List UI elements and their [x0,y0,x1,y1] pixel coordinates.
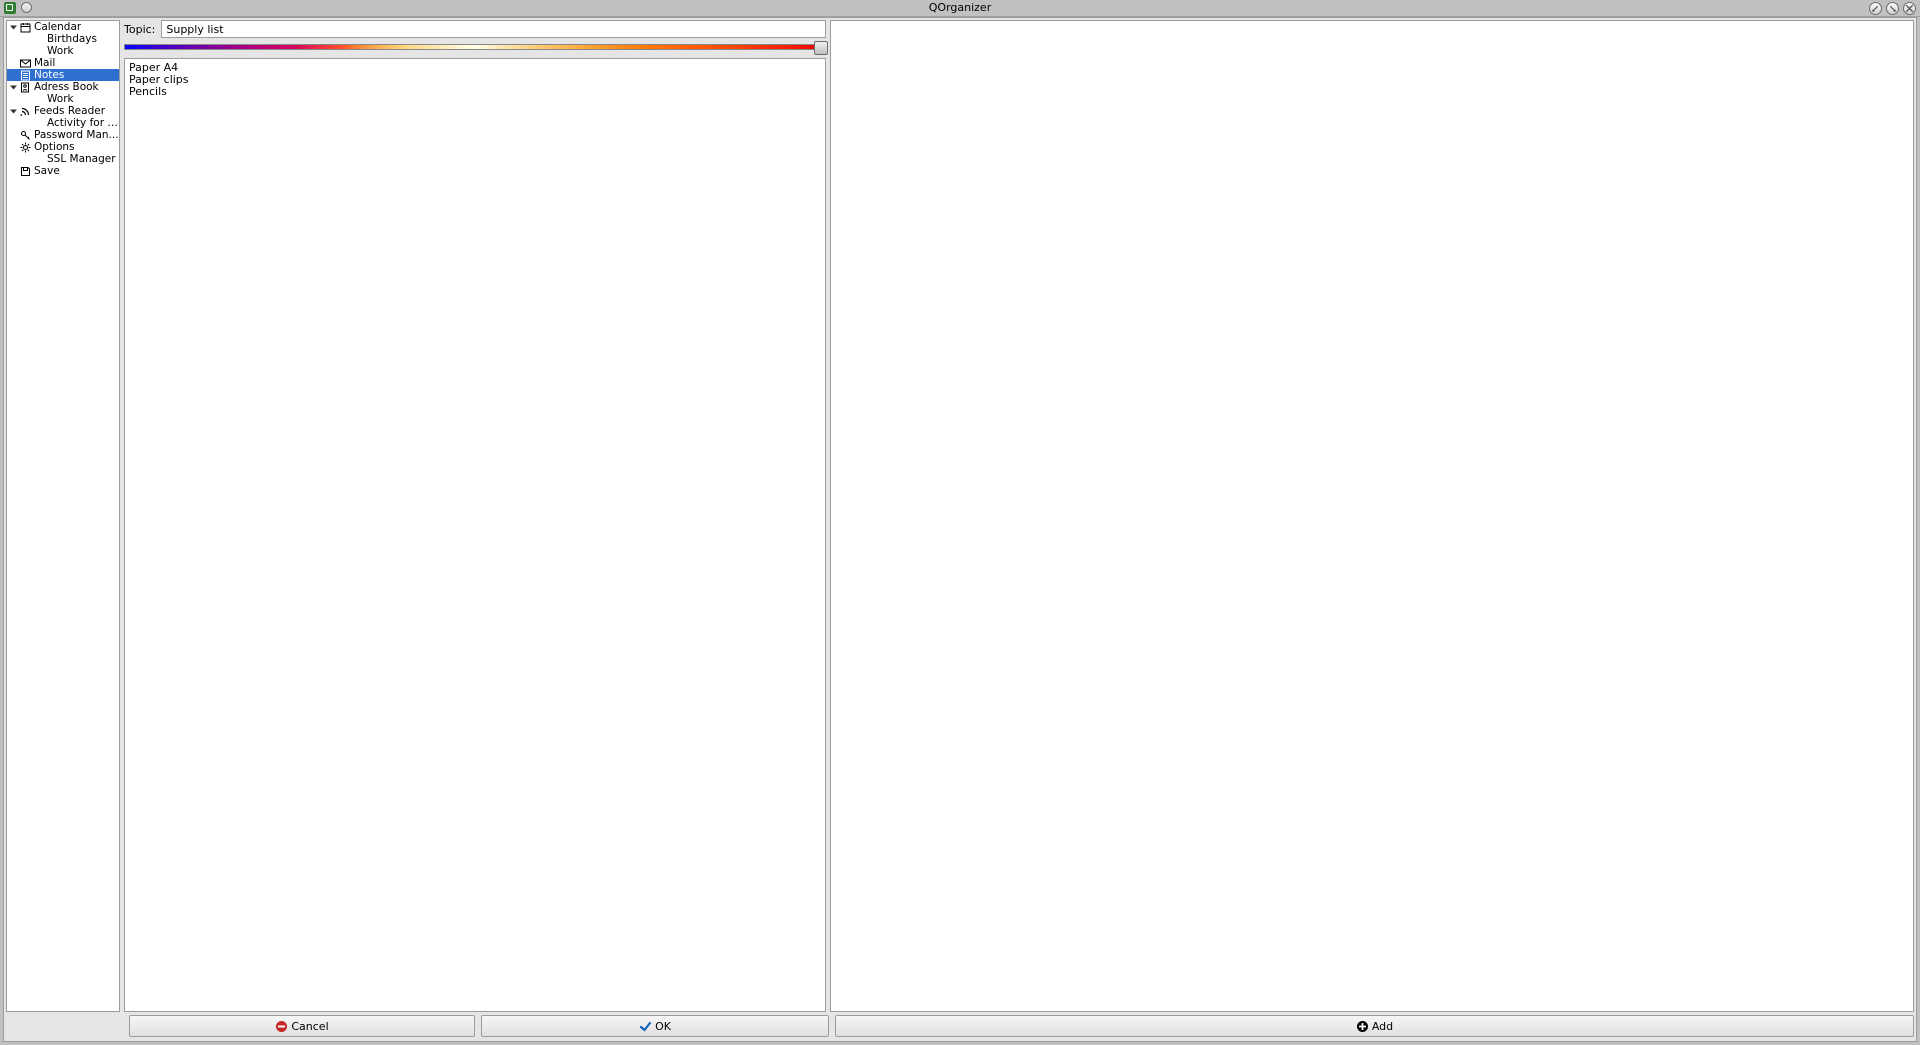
tree-item-work[interactable]: Work [7,93,119,105]
titlebar: QOrganizer [0,0,1920,17]
main-window: CalendarBirthdaysWorkMailNotesAdress Boo… [3,17,1917,1042]
tree-item-label: Activity for QO... [46,117,119,129]
cancel-button[interactable]: Cancel [129,1015,475,1037]
tree-item-activity-for-qo[interactable]: Activity for QO... [7,117,119,129]
tree-item-label: Mail [33,57,55,69]
blank-icon [32,33,44,45]
expand-arrow-icon [8,142,19,153]
tree-item-ssl-manager[interactable]: SSL Manager [7,153,119,165]
note-list-panel[interactable] [830,20,1914,1012]
tree-item-label: Notes [33,69,64,81]
tree-item-birthdays[interactable]: Birthdays [7,33,119,45]
notes-icon [19,69,31,81]
tree-item-label: Adress Book [33,81,99,93]
expand-arrow-icon [8,166,19,177]
feed-icon [19,105,31,117]
window-title: QOrganizer [929,1,991,14]
save-icon [19,165,31,177]
topic-input[interactable] [161,20,826,38]
tree-item-label: Feeds Reader [33,105,105,117]
blank-icon [32,153,44,165]
tree-item-label: Calendar [33,21,81,33]
expand-arrow-icon [8,130,19,141]
cancel-icon [275,1020,288,1033]
maximize-button[interactable] [1886,2,1899,15]
tree-item-notes[interactable]: Notes [7,69,119,81]
tree-item-label: SSL Manager [46,153,116,165]
expand-arrow-icon[interactable] [8,82,19,93]
tree-item-options[interactable]: Options [7,141,119,153]
blank-icon [32,93,44,105]
expand-arrow-icon[interactable] [8,106,19,117]
topic-label: Topic: [124,23,155,36]
adress-icon [19,81,31,93]
note-editor: Topic: Paper A4 Paper clips Pencils [124,20,826,1012]
ok-button[interactable]: OK [481,1015,829,1037]
calendar-icon [19,21,31,33]
sidebar-tree[interactable]: CalendarBirthdaysWorkMailNotesAdress Boo… [6,20,120,1012]
ok-icon [639,1020,652,1033]
gear-icon [19,141,31,153]
add-button[interactable]: Add [835,1015,1914,1037]
bottom-button-bar: Cancel OK Add [6,1015,1914,1039]
tree-item-feeds-reader[interactable]: Feeds Reader [7,105,119,117]
tree-item-calendar[interactable]: Calendar [7,21,119,33]
tree-item-save[interactable]: Save [7,165,119,177]
ok-label: OK [655,1020,671,1033]
key-icon [19,129,31,141]
tree-item-mail[interactable]: Mail [7,57,119,69]
tree-item-label: Work [46,45,74,57]
tree-item-label: Work [46,93,74,105]
color-slider[interactable] [124,41,826,55]
color-slider-thumb[interactable] [814,41,828,55]
tree-item-adress-book[interactable]: Adress Book [7,81,119,93]
window-menu-icon[interactable] [21,2,32,13]
add-icon [1356,1020,1369,1033]
tree-item-password-man[interactable]: Password Man... [7,129,119,141]
app-icon [4,2,16,14]
expand-arrow-icon [8,70,19,81]
minimize-button[interactable] [1869,2,1882,15]
mail-icon [19,57,31,69]
close-button[interactable] [1903,2,1916,15]
add-label: Add [1372,1020,1393,1033]
blank-icon [32,45,44,57]
tree-item-label: Options [33,141,75,153]
tree-item-label: Password Man... [33,129,119,141]
note-body[interactable]: Paper A4 Paper clips Pencils [124,58,826,1012]
tree-item-label: Save [33,165,60,177]
tree-item-work[interactable]: Work [7,45,119,57]
tree-item-label: Birthdays [46,33,97,45]
cancel-label: Cancel [291,1020,328,1033]
blank-icon [32,117,44,129]
expand-arrow-icon[interactable] [8,22,19,33]
expand-arrow-icon [8,58,19,69]
